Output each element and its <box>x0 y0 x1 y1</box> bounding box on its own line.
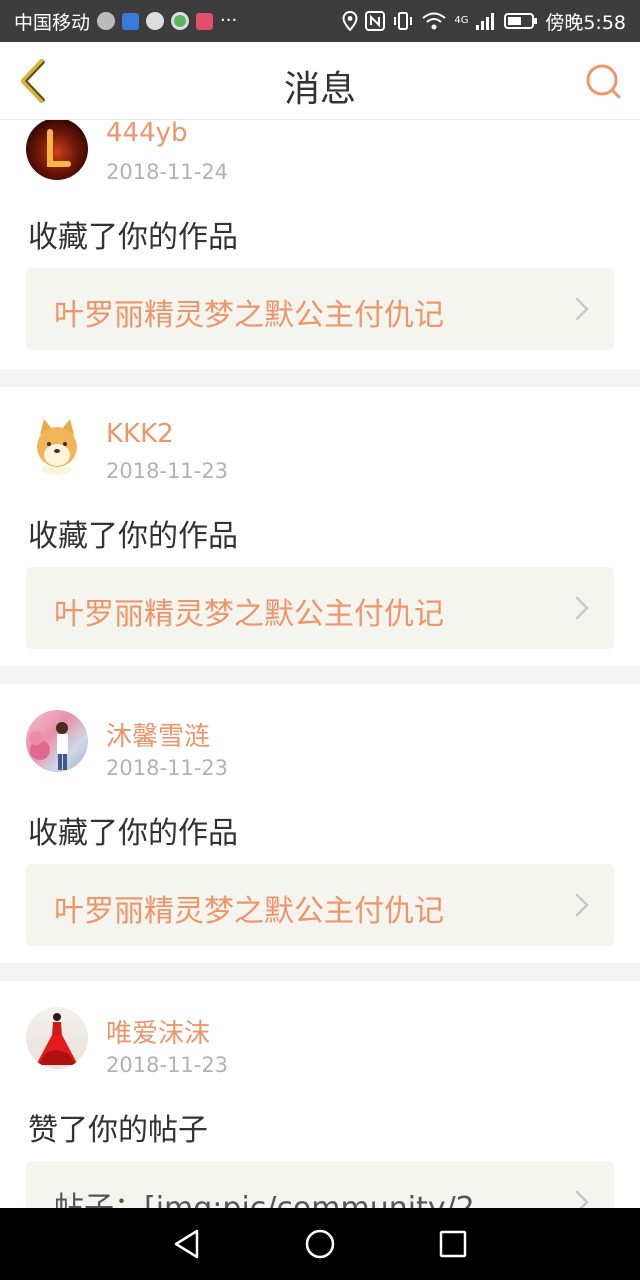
clock: 傍晚5:58 <box>545 11 626 34</box>
nav-home-button[interactable] <box>300 1224 340 1264</box>
chat-icon <box>146 12 165 30</box>
card-divider <box>0 666 640 684</box>
location-icon <box>342 11 358 31</box>
shield-icon <box>122 12 140 30</box>
girl-photo-image <box>29 722 68 770</box>
triangle-back-icon <box>174 1229 198 1259</box>
signal-icon <box>476 13 495 30</box>
chevron-right-icon <box>575 297 589 321</box>
username[interactable]: 444yb <box>106 120 188 148</box>
card-divider <box>0 369 640 387</box>
search-button[interactable] <box>584 62 624 102</box>
voice-icon <box>97 12 116 30</box>
chevron-right-icon <box>575 893 589 917</box>
avatar-letter-image <box>47 129 71 167</box>
message-date: 2018-11-24 <box>106 160 229 184</box>
username[interactable]: 沐馨雪涟 <box>106 716 210 753</box>
battery-icon <box>504 13 538 29</box>
work-link[interactable]: 叶罗丽精灵梦之默公主付仇记 <box>26 268 614 350</box>
message-date: 2018-11-23 <box>106 756 229 780</box>
work-title: 叶罗丽精灵梦之默公主付仇记 <box>54 298 444 333</box>
message-card: 唯爱沫沫 2018-11-23 赞了你的帖子 帖子：[img:pic/commu… <box>0 981 640 1208</box>
username[interactable]: KKK2 <box>106 419 174 449</box>
nav-back-button[interactable] <box>167 1224 207 1264</box>
work-title: 叶罗丽精灵梦之默公主付仇记 <box>54 894 444 929</box>
post-title: 帖子：[img:pic/community/2 <box>54 1183 475 1208</box>
system-nav-bar <box>0 1208 640 1280</box>
search-icon <box>586 64 621 99</box>
square-recents-icon <box>440 1230 467 1258</box>
message-action: 收藏了你的作品 <box>28 220 238 255</box>
message-action: 收藏了你的作品 <box>28 816 238 851</box>
network-type: 4G <box>454 15 469 26</box>
chevron-right-icon <box>575 596 589 620</box>
chevron-right-icon <box>575 1190 589 1208</box>
vibrate-icon <box>394 12 413 30</box>
carrier-label: 中国移动 <box>14 11 91 34</box>
work-title: 叶罗丽精灵梦之默公主付仇记 <box>54 597 444 632</box>
message-list[interactable]: 444yb 2018-11-24 收藏了你的作品 叶罗丽精灵梦之默公主付仇记 K… <box>0 120 640 1208</box>
post-link[interactable]: 帖子：[img:pic/community/2 <box>26 1161 614 1208</box>
message-date: 2018-11-23 <box>106 459 229 483</box>
message-action: 赞了你的帖子 <box>28 1113 208 1148</box>
work-link[interactable]: 叶罗丽精灵梦之默公主付仇记 <box>26 864 614 946</box>
nfc-icon <box>365 11 386 31</box>
message-card: 444yb 2018-11-24 收藏了你的作品 叶罗丽精灵梦之默公主付仇记 <box>0 120 640 369</box>
more-notifications: ··· <box>220 10 238 31</box>
message-date: 2018-11-23 <box>106 1053 229 1077</box>
browser-icon <box>171 12 190 30</box>
wifi-icon <box>422 12 446 30</box>
app-header: 消息 <box>0 42 640 120</box>
avatar[interactable] <box>26 1007 88 1069</box>
work-link[interactable]: 叶罗丽精灵梦之默公主付仇记 <box>26 567 614 649</box>
message-action: 收藏了你的作品 <box>28 519 238 554</box>
message-card: KKK2 2018-11-23 收藏了你的作品 叶罗丽精灵梦之默公主付仇记 <box>0 387 640 666</box>
username[interactable]: 唯爱沫沫 <box>106 1013 210 1050</box>
nav-recents-button[interactable] <box>433 1224 473 1264</box>
avatar[interactable] <box>26 710 88 772</box>
shiba-dog-image <box>37 419 77 475</box>
avatar[interactable] <box>26 120 88 180</box>
avatar[interactable] <box>26 413 88 475</box>
page-title: 消息 <box>283 69 356 110</box>
red-dress-photo-image <box>36 1013 78 1065</box>
card-divider <box>0 963 640 981</box>
circle-home-icon <box>305 1229 335 1259</box>
status-bar: 中国移动 ··· 4G 傍晚5:58 <box>0 0 640 42</box>
message-card: 沐馨雪涟 2018-11-23 收藏了你的作品 叶罗丽精灵梦之默公主付仇记 <box>0 684 640 963</box>
book-icon <box>196 12 214 30</box>
